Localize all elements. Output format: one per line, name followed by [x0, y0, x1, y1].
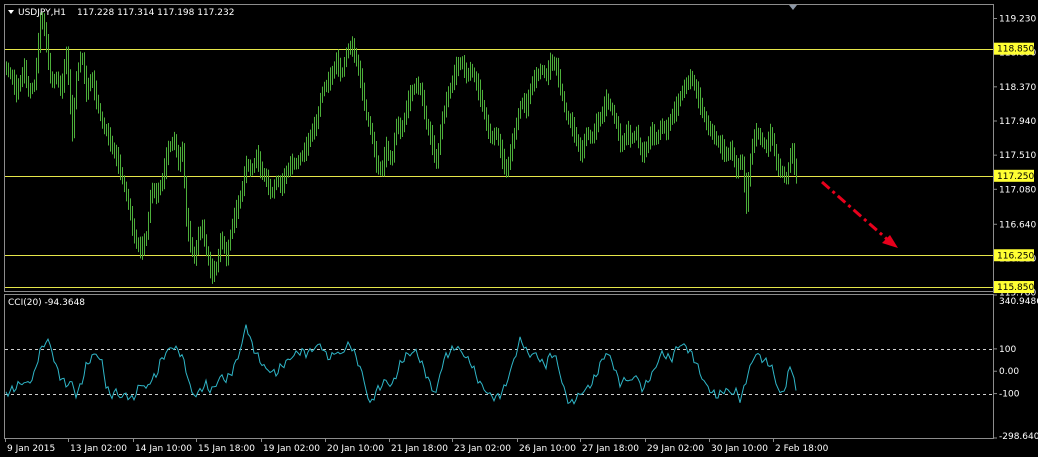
cci-tick-label: -298.6405	[999, 432, 1038, 442]
symbol-title: USDJPY,H1	[18, 8, 66, 18]
level-label: 116.250	[997, 251, 1034, 261]
price-tick-label: 117.510	[999, 151, 1036, 161]
time-tick-label: 29 Jan 02:00	[647, 444, 704, 454]
price-tick-label: 119.230	[999, 15, 1036, 25]
level-label: 118.850	[997, 45, 1034, 55]
price-tick-label: 116.640	[999, 220, 1036, 230]
time-tick-label: 15 Jan 18:00	[198, 444, 255, 454]
cci-tick-label: -100	[999, 390, 1020, 400]
ohlc-readout: 117.228 117.314 117.198 117.232	[77, 8, 234, 18]
time-tick-label: 9 Jan 2015	[7, 444, 55, 454]
price-axis: 119.230118.800118.370117.940117.510117.0…	[993, 15, 1036, 299]
price-tick-label: 117.940	[999, 117, 1036, 127]
level-label: 115.850	[997, 283, 1034, 293]
time-tick-label: 27 Jan 18:00	[582, 444, 639, 454]
time-tick-label: 19 Jan 02:00	[263, 444, 320, 454]
time-tick-label: 21 Jan 18:00	[391, 444, 448, 454]
cci-tick-label: 340.9486	[999, 297, 1038, 307]
chart-background	[0, 0, 1038, 457]
time-tick-label: 2 Feb 18:00	[775, 444, 829, 454]
time-tick-label: 26 Jan 10:00	[519, 444, 576, 454]
time-tick-label: 23 Jan 02:00	[454, 444, 511, 454]
price-tick-label: 117.080	[999, 185, 1036, 195]
time-tick-label: 13 Jan 02:00	[70, 444, 127, 454]
time-tick-label: 30 Jan 10:00	[711, 444, 768, 454]
level-label: 117.250	[997, 172, 1034, 182]
cci-title: CCI(20) -94.3648	[8, 298, 85, 308]
trading-chart[interactable]: 119.230118.800118.370117.940117.510117.0…	[0, 0, 1038, 457]
cci-tick-label: 0.00	[999, 367, 1019, 377]
cci-tick-label: 100	[999, 345, 1016, 355]
time-tick-label: 14 Jan 10:00	[135, 444, 192, 454]
time-tick-label: 20 Jan 10:00	[327, 444, 384, 454]
price-tick-label: 118.370	[999, 83, 1036, 93]
